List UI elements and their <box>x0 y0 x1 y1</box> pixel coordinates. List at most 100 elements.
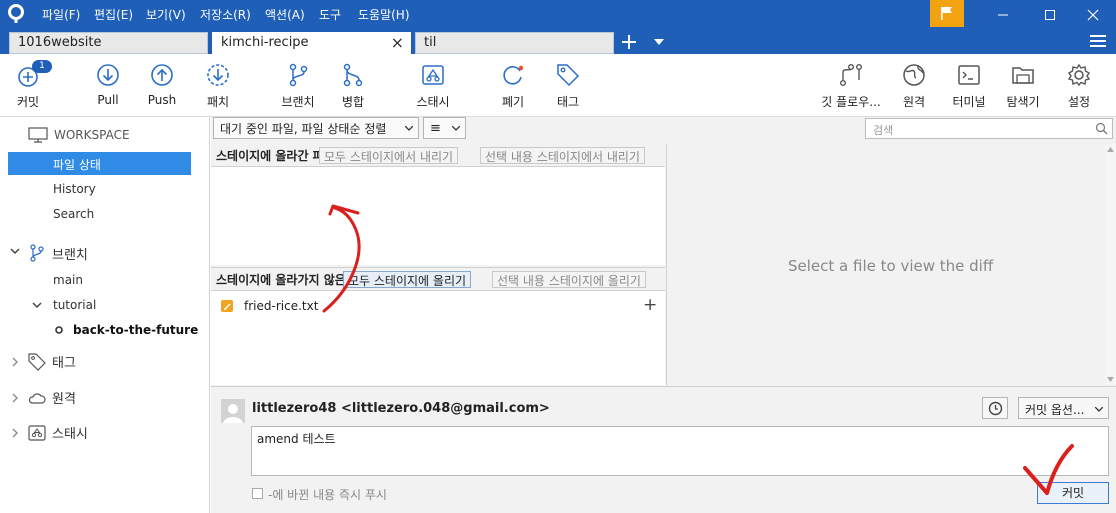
pull-label: Pull <box>97 93 119 107</box>
discard-label: 폐기 <box>501 95 525 109</box>
sidebar-item-label: 파일 상태 <box>53 158 101 172</box>
sidebar-item-history[interactable]: History <box>53 182 96 196</box>
chevron-down-icon[interactable] <box>10 248 20 255</box>
menu-repository[interactable]: 저장소(R) <box>200 6 251 23</box>
flag-icon <box>941 7 952 20</box>
sidebar-branch-main[interactable]: main <box>53 273 83 287</box>
tab-til[interactable]: til <box>415 32 614 54</box>
scroll-down-icon <box>1107 377 1114 382</box>
menu-edit[interactable]: 편집(E) <box>94 6 133 23</box>
discard-toolbar-button[interactable]: 폐기 <box>497 62 529 112</box>
diff-scrollbar[interactable] <box>1105 144 1116 385</box>
sort-dropdown[interactable]: 대기 중인 파일, 파일 상태순 정렬 <box>213 117 419 139</box>
branch-icon <box>30 244 44 262</box>
push-immediately-checkbox[interactable] <box>252 488 263 499</box>
push-immediately-label: -에 바뀐 내용 즉시 푸시 <box>268 488 387 502</box>
stashes-header[interactable]: 스태시 <box>28 423 88 442</box>
branches-header[interactable]: 브랜치 <box>28 243 88 263</box>
sidebar-branch-tutorial[interactable]: tutorial <box>53 298 96 312</box>
menu-file[interactable]: 파일(F) <box>42 6 80 23</box>
modified-file-icon <box>221 300 233 312</box>
file-name: fried-rice.txt <box>244 299 319 313</box>
tab-label: til <box>424 35 437 50</box>
git-flow-label: 깃 플로우... <box>821 95 881 109</box>
search-input[interactable]: 검색 <box>865 118 1113 139</box>
monitor-icon <box>28 127 48 143</box>
terminal-toolbar-button[interactable]: 터미널 <box>950 62 988 112</box>
diff-placeholder: Select a file to view the diff <box>788 257 994 275</box>
stage-file-icon[interactable]: + <box>643 295 657 315</box>
sidebar-item-search[interactable]: Search <box>53 207 94 221</box>
chevron-down-icon <box>452 126 460 131</box>
stage-all-button[interactable]: 모두 스테이지에 올리기 <box>343 271 472 288</box>
menu-view[interactable]: 보기(V) <box>146 6 186 23</box>
merge-icon <box>343 63 363 87</box>
stash-toolbar-button[interactable]: 스태시 <box>412 62 454 112</box>
tab-dropdown-icon[interactable] <box>654 39 664 45</box>
commit-history-button[interactable] <box>982 397 1008 419</box>
sourcetree-logo-icon <box>8 4 24 23</box>
stage-selected-button[interactable]: 선택 내용 스테이지에 올리기 <box>492 271 646 288</box>
stash-label: 스태시 <box>416 95 450 109</box>
commit-area: littlezero48 <littlezero.048@gmail.com> … <box>211 386 1116 513</box>
tags-label: 태그 <box>52 356 76 371</box>
chevron-down-icon[interactable] <box>32 302 42 309</box>
tab-close-icon[interactable]: × <box>391 33 404 52</box>
hamburger-menu-icon[interactable] <box>1090 34 1106 48</box>
patch-toolbar-button[interactable]: 패치 <box>202 62 234 112</box>
discard-icon <box>503 65 524 85</box>
stashes-label: 스태시 <box>52 427 88 442</box>
commit-options-dropdown[interactable]: 커밋 옵션... <box>1018 397 1109 419</box>
tag-icon <box>28 352 46 371</box>
title-bar: 파일(F) 편집(E) 보기(V) 저장소(R) 액션(A) 도구 도움말(H) <box>0 0 1116 29</box>
sidebar: WORKSPACE 파일 상태 History Search 브랜치 main … <box>0 117 210 513</box>
flag-button[interactable] <box>930 0 964 27</box>
terminal-icon <box>958 65 980 85</box>
explorer-toolbar-button[interactable]: 탐색기 <box>1004 62 1042 112</box>
tab-kimchi-recipe[interactable]: kimchi-recipe × <box>212 32 411 54</box>
tab-label: kimchi-recipe <box>221 35 309 50</box>
push-toolbar-button[interactable]: Push <box>146 62 178 112</box>
chevron-right-icon[interactable] <box>12 357 19 367</box>
git-flow-icon <box>840 64 863 87</box>
sidebar-item-file-status[interactable]: 파일 상태 <box>8 152 191 175</box>
tags-header[interactable]: 태그 <box>28 352 76 371</box>
chevron-right-icon[interactable] <box>12 428 19 438</box>
unstage-all-button[interactable]: 모두 스테이지에서 내리기 <box>319 147 459 164</box>
sidebar-branch-back-to-the-future[interactable]: back-to-the-future <box>73 323 198 337</box>
remotes-header[interactable]: 원격 <box>28 388 76 407</box>
view-mode-dropdown[interactable]: ≡ <box>423 117 466 139</box>
tab-1016website[interactable]: 1016website <box>9 32 208 54</box>
settings-label: 설정 <box>1067 95 1091 109</box>
minimize-icon <box>998 14 1008 15</box>
commit-message-text: amend 테스트 <box>257 432 336 446</box>
git-flow-toolbar-button[interactable]: 깃 플로우... <box>818 62 884 112</box>
patch-icon <box>207 64 229 86</box>
settings-toolbar-button[interactable]: 설정 <box>1063 62 1095 112</box>
branch-toolbar-button[interactable]: 브랜치 <box>278 62 318 112</box>
remote-toolbar-button[interactable]: 원격 <box>898 62 930 112</box>
menu-actions[interactable]: 액션(A) <box>265 6 305 23</box>
repository-tab-bar: 1016website kimchi-recipe × til <box>0 29 1116 54</box>
commit-message-input[interactable]: amend 테스트 <box>251 426 1109 476</box>
tag-toolbar-button[interactable]: 태그 <box>552 62 584 112</box>
commit-button[interactable]: 커밋 <box>1037 482 1109 504</box>
menu-help[interactable]: 도움말(H) <box>358 6 410 23</box>
search-placeholder: 검색 <box>873 124 894 137</box>
merge-toolbar-button[interactable]: 병합 <box>337 62 369 112</box>
cloud-icon <box>28 392 46 404</box>
terminal-label: 터미널 <box>952 95 986 109</box>
pull-icon <box>97 64 119 86</box>
pull-toolbar-button[interactable]: Pull <box>92 62 124 112</box>
menu-tools[interactable]: 도구 <box>319 6 341 23</box>
maximize-button[interactable] <box>1027 0 1073 29</box>
folder-icon <box>1012 67 1034 84</box>
minimize-button[interactable] <box>980 0 1026 29</box>
list-item[interactable]: fried-rice.txt + <box>211 295 665 317</box>
unstage-selected-button[interactable]: 선택 내용 스테이지에서 내리기 <box>480 147 645 164</box>
add-tab-icon[interactable] <box>621 34 637 50</box>
workspace-header: WORKSPACE <box>28 127 130 143</box>
chevron-right-icon[interactable] <box>12 393 19 403</box>
branch-label: 브랜치 <box>281 95 315 109</box>
close-window-button[interactable] <box>1070 0 1116 29</box>
